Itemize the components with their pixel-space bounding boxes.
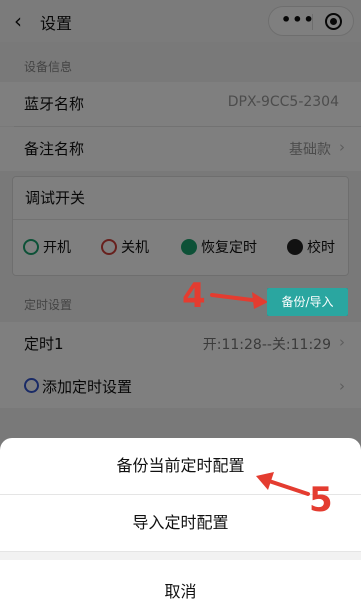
step-4-annotation: 4	[182, 276, 206, 316]
sheet-gap	[0, 552, 361, 560]
step-5-annotation: 5	[309, 480, 333, 520]
arrow-right-icon	[210, 292, 268, 309]
arrow-left-icon	[256, 472, 310, 496]
cancel-option[interactable]: 取消	[0, 560, 361, 600]
backup-import-button-highlight[interactable]: 备份/导入	[267, 288, 348, 316]
action-sheet: 备份当前定时配置 导入定时配置 取消	[0, 438, 361, 600]
